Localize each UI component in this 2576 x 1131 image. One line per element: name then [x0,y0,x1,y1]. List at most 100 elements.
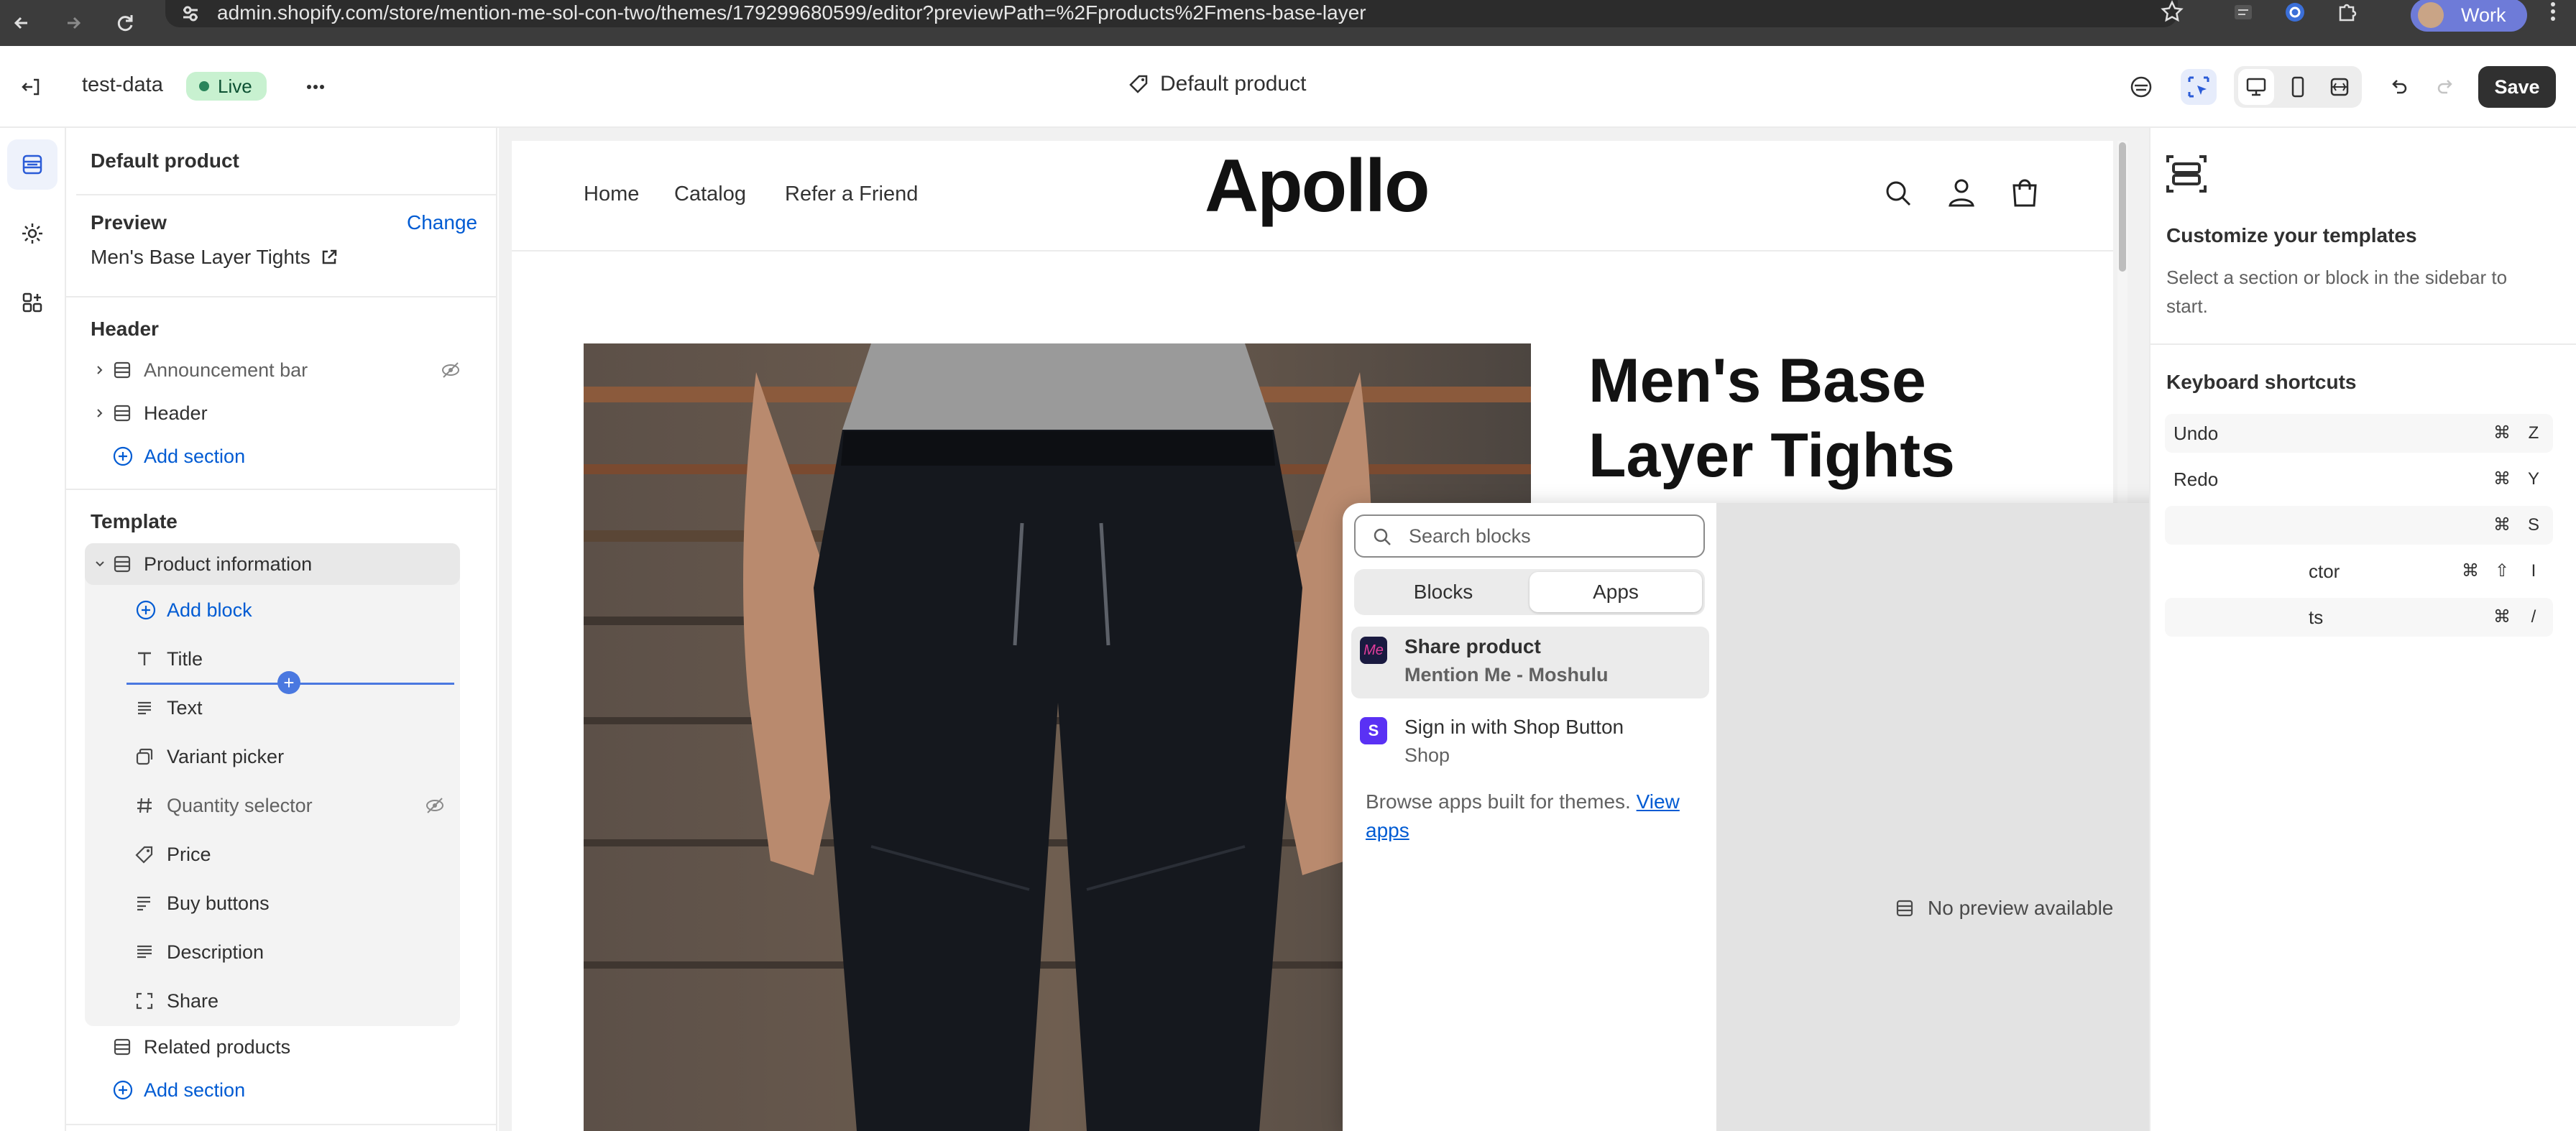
store-header-divider [512,250,2113,251]
store-nav-home[interactable]: Home [584,183,639,206]
address-bar[interactable]: admin.shopify.com/store/mention-me-sol-c… [165,0,2178,27]
key: ⇧ [2494,561,2510,581]
hidden-eye-icon[interactable] [440,359,461,381]
template-selector[interactable]: Default product [1128,72,1306,96]
app-item-share-product[interactable]: Me Share product Mention Me - Moshulu [1351,627,1709,698]
store-search-icon[interactable] [1883,178,1913,208]
buy-buttons-icon [135,894,167,913]
block-buy-buttons[interactable]: Buy buttons [135,882,451,924]
shortcut-shortcuts: ts ⌘ / [2165,598,2553,637]
desktop-view-icon[interactable] [2238,69,2274,105]
key: ⌘ [2462,561,2479,581]
preview-product-link[interactable]: Men's Base Layer Tights [91,246,338,269]
site-settings-icon[interactable] [180,3,201,24]
key: ⌘ [2493,515,2511,535]
store-name[interactable]: test-data [82,73,163,97]
tab-blocks[interactable]: Blocks [1357,572,1530,612]
tab-apps[interactable]: Apps [1530,572,1702,612]
app-embeds-icon[interactable] [2123,69,2159,105]
divider [66,489,497,490]
section-label: Header [144,402,208,424]
editor-rail [0,128,66,1131]
divider [66,1124,497,1125]
section-header[interactable]: Header [88,392,461,434]
shortcut-label: Redo [2174,468,2219,490]
quantity-icon [135,796,167,815]
section-announcement-bar[interactable]: Announcement bar [88,349,461,391]
store-nav-catalog[interactable]: Catalog [674,183,746,206]
save-button[interactable]: Save [2478,66,2556,108]
extensions-puzzle-icon[interactable] [2336,0,2359,23]
section-icon [112,554,144,574]
search-placeholder: Search blocks [1409,525,1531,547]
chevron-right-icon[interactable] [88,407,112,419]
bookmark-star-icon[interactable] [2161,0,2184,23]
price-tag-icon [135,845,167,864]
divider [76,194,497,195]
chevron-down-icon[interactable] [88,558,112,570]
section-related-products[interactable]: Related products [88,1026,461,1068]
block-share[interactable]: Share [135,980,451,1022]
block-description[interactable]: Description [135,931,451,973]
shortcuts-heading: Keyboard shortcuts [2166,371,2357,393]
inspector-toggle-icon[interactable] [2181,69,2217,105]
extension-g-icon[interactable] [2284,1,2307,24]
product-title: Men's Base Layer Tights [1588,346,1955,490]
more-actions-icon[interactable] [298,69,334,105]
section-icon [1895,898,1915,918]
app-item-shop-sign-in[interactable]: S Sign in with Shop Button Shop [1351,707,1709,779]
profile-chip[interactable]: Work [2411,0,2527,32]
customize-description: Select a section or block in the sidebar… [2166,267,2508,317]
change-preview-link[interactable]: Change [407,211,477,234]
no-preview-message: No preview available [1895,897,2113,920]
store-account-icon[interactable] [1946,177,1977,208]
plus-circle-icon [112,1079,144,1101]
add-block-popover: Search blocks Blocks Apps Me Share produ… [1343,503,2287,1131]
section-icon [112,1037,144,1057]
key: S [2527,515,2539,535]
add-section-header-button[interactable]: Add section [88,435,461,477]
block-text[interactable]: Text [135,687,451,729]
store-cart-icon[interactable] [2010,177,2040,208]
reload-icon[interactable] [114,11,137,34]
browse-apps-label: Browse apps built for themes. [1366,790,1631,813]
exit-icon[interactable] [13,69,49,105]
block-label: Buy buttons [167,892,270,914]
block-quantity-selector[interactable]: Quantity selector [135,785,451,826]
add-section-label: Add section [144,445,246,467]
browser-menu-icon[interactable] [2542,0,2564,23]
section-icon [112,360,144,380]
block-label: Description [167,941,264,963]
back-icon[interactable] [10,11,33,34]
store-logo[interactable]: Apollo [1205,144,1430,229]
theme-settings-icon[interactable] [7,208,58,259]
extension-icon[interactable] [2232,1,2255,24]
redo-icon[interactable] [2428,69,2464,105]
chevron-right-icon[interactable] [88,364,112,376]
search-blocks-input[interactable]: Search blocks [1354,514,1705,558]
plus-circle-icon [135,599,167,621]
section-product-information[interactable]: Product information [88,543,461,585]
shortcut-label: ctor [2309,560,2340,582]
mobile-view-icon[interactable] [2280,69,2316,105]
template-title: Default product [1160,72,1307,96]
store-nav-refer[interactable]: Refer a Friend [785,183,918,206]
add-section-template-button[interactable]: Add section [88,1069,461,1111]
add-block-button[interactable]: Add block [135,589,509,631]
app-blocks-icon[interactable] [7,277,58,328]
template-group-heading: Template [91,510,178,532]
undo-icon[interactable] [2380,69,2416,105]
key: I [2531,561,2536,581]
title-icon [135,650,167,668]
hidden-eye-icon[interactable] [424,795,446,816]
full-width-view-icon[interactable] [2322,69,2358,105]
browser-toolbar: admin.shopify.com/store/mention-me-sol-c… [0,0,2576,46]
block-price[interactable]: Price [135,834,451,875]
shortcut-inspector: ctor ⌘ ⇧ I [2165,552,2553,591]
customize-heading: Customize your templates [2166,224,2417,246]
sections-icon[interactable] [7,139,58,190]
forward-icon[interactable] [62,11,85,34]
shortcut-undo: Undo ⌘ Z [2165,414,2553,453]
preview-scroll-thumb[interactable] [2119,142,2126,272]
block-variant-picker[interactable]: Variant picker [135,736,451,777]
